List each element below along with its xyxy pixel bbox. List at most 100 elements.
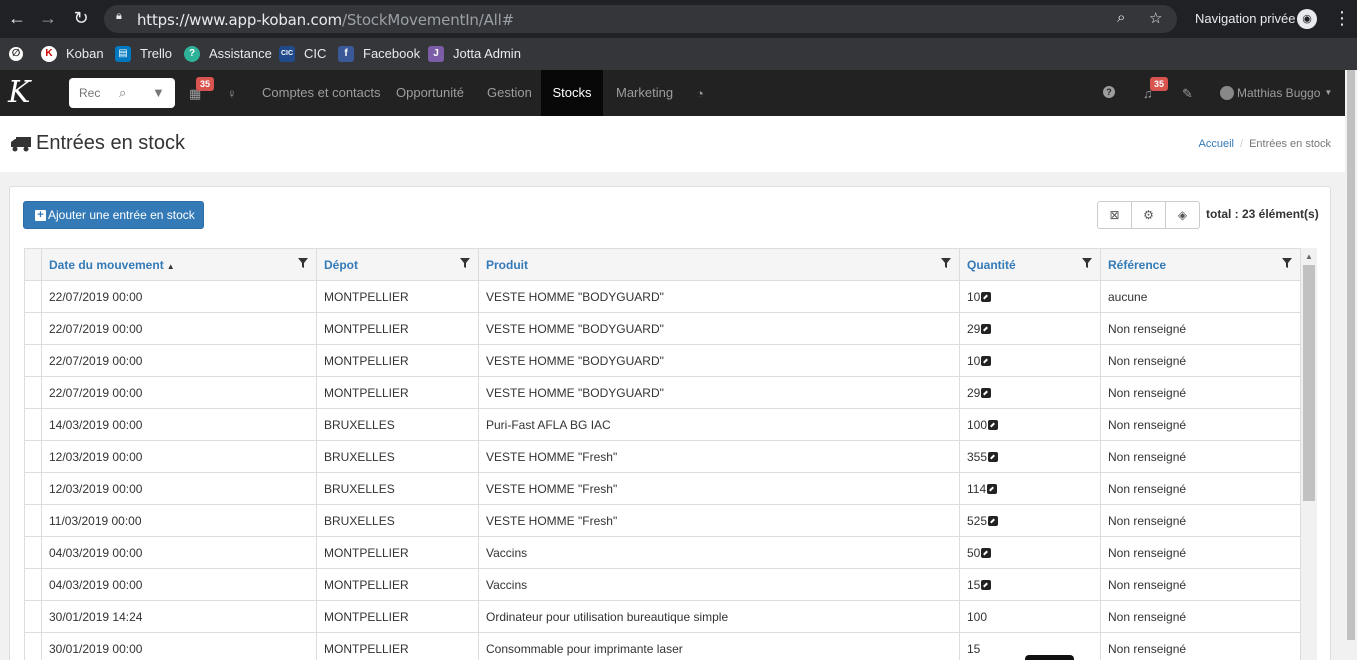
table-row[interactable]: 22/07/2019 00:00 MONTPELLIER VESTE HOMME "… bbox=[24, 280, 1301, 313]
lightbulb-icon[interactable]: ♀ bbox=[227, 86, 237, 101]
external-link-icon[interactable] bbox=[988, 515, 999, 526]
floating-widget[interactable] bbox=[1025, 655, 1074, 660]
caret-down-icon: ▼ bbox=[1324, 88, 1333, 97]
external-link-icon[interactable] bbox=[981, 291, 992, 302]
external-link-icon[interactable] bbox=[981, 579, 992, 590]
filter-icon[interactable] bbox=[1282, 258, 1292, 268]
star-icon[interactable]: ☆ bbox=[1149, 9, 1162, 27]
bookmark-jotta[interactable]: J Jotta Admin bbox=[428, 44, 521, 64]
scroll-up-icon[interactable]: ▲ bbox=[1305, 252, 1313, 261]
table-scrollbar[interactable]: ▲ bbox=[1301, 248, 1317, 660]
external-link-icon[interactable] bbox=[981, 355, 992, 366]
search-icon[interactable]: ⌕ bbox=[119, 85, 126, 101]
toolbar-buttons: ⊠ ⚙ ◈ bbox=[1097, 201, 1200, 229]
address-bar[interactable]: 🔒︎ https://www.app-koban.com/StockMoveme… bbox=[104, 5, 1177, 33]
external-link-icon[interactable] bbox=[981, 323, 992, 334]
filter-icon[interactable]: ▼ bbox=[152, 85, 165, 100]
search-input[interactable] bbox=[73, 82, 105, 104]
sort-asc-icon: ▲ bbox=[166, 261, 175, 271]
nav-opportunite[interactable]: Opportunité bbox=[396, 70, 464, 116]
cell-reference-text: Non renseigné bbox=[1108, 417, 1187, 432]
wrench-icon[interactable]: ✎ bbox=[1182, 86, 1193, 102]
window-scrollbar-thumb[interactable] bbox=[1347, 70, 1355, 640]
filter-icon[interactable] bbox=[941, 258, 951, 268]
reload-icon[interactable]: ↻ bbox=[70, 7, 92, 29]
dashboard-icon[interactable]: ◔ bbox=[696, 86, 704, 101]
cell-quantite: 10 bbox=[959, 344, 1101, 377]
cell-quantite-text: 29 bbox=[967, 321, 981, 336]
package-button[interactable]: ◈ bbox=[1165, 201, 1200, 229]
breadcrumb-current: Entrées en stock bbox=[1249, 138, 1331, 150]
back-icon[interactable]: ← bbox=[6, 7, 28, 29]
header-date[interactable]: Date du mouvement ▲ bbox=[41, 248, 317, 281]
header-produit[interactable]: Produit bbox=[478, 248, 960, 281]
row-select-cell bbox=[24, 440, 42, 473]
help-icon[interactable]: ? bbox=[1103, 86, 1115, 98]
cell-date-text: 30/01/2019 14:24 bbox=[49, 609, 143, 624]
bookmark-koban[interactable]: K Koban bbox=[41, 44, 104, 64]
cell-produit-text: Ordinateur pour utilisation bureautique … bbox=[486, 609, 729, 624]
cell-produit: VESTE HOMME "Fresh" bbox=[478, 440, 960, 473]
table-row[interactable]: 22/07/2019 00:00 MONTPELLIER VESTE HOMME "… bbox=[24, 376, 1301, 409]
nav-gestion[interactable]: Gestion bbox=[487, 70, 532, 116]
cell-date: 22/07/2019 00:00 bbox=[41, 376, 317, 409]
bookmark-trello[interactable]: ▤ Trello bbox=[115, 44, 172, 64]
filter-icon[interactable] bbox=[460, 258, 470, 268]
table-row[interactable]: 04/03/2019 00:00 MONTPELLIER Vaccins 50 Non … bbox=[24, 536, 1301, 569]
browser-menu-icon[interactable]: ⋮ bbox=[1333, 8, 1351, 28]
external-link-icon[interactable] bbox=[988, 451, 999, 462]
external-link-icon[interactable] bbox=[987, 483, 998, 494]
cell-date-text: 22/07/2019 00:00 bbox=[49, 385, 143, 400]
external-link-icon[interactable] bbox=[988, 419, 999, 430]
bookmark-logo[interactable]: ∅ bbox=[9, 44, 32, 64]
table-row[interactable]: 12/03/2019 00:00 BRUXELLES VESTE HOMME "Fr… bbox=[24, 440, 1301, 473]
cell-date: 30/01/2019 00:00 bbox=[41, 632, 317, 660]
cell-date-text: 12/03/2019 00:00 bbox=[49, 449, 143, 464]
koban-icon: K bbox=[41, 46, 57, 62]
cell-quantite: 50 bbox=[959, 536, 1101, 569]
table-row[interactable]: 30/01/2019 14:24 MONTPELLIER Ordinateur po… bbox=[24, 600, 1301, 633]
header-reference[interactable]: Référence bbox=[1100, 248, 1301, 281]
export-excel-button[interactable]: ⊠ bbox=[1097, 201, 1132, 229]
cell-reference: Non renseigné bbox=[1100, 376, 1301, 409]
filter-icon[interactable] bbox=[1082, 258, 1092, 268]
cell-depot-text: MONTPELLIER bbox=[324, 641, 409, 656]
row-select-cell bbox=[24, 568, 42, 601]
table-scrollbar-thumb[interactable] bbox=[1303, 265, 1315, 501]
table-row[interactable]: 22/07/2019 00:00 MONTPELLIER VESTE HOMME "… bbox=[24, 344, 1301, 377]
table-row[interactable]: 30/01/2019 00:00 MONTPELLIER Consommable p… bbox=[24, 632, 1301, 660]
table-row[interactable]: 11/03/2019 00:00 BRUXELLES VESTE HOMME "Fr… bbox=[24, 504, 1301, 537]
koban-logo[interactable]: K bbox=[8, 76, 44, 110]
user-menu[interactable]: Matthias Buggo ▼ bbox=[1220, 70, 1332, 116]
filter-icon[interactable] bbox=[298, 258, 308, 268]
incognito-icon[interactable]: ◉ bbox=[1297, 9, 1317, 29]
header-select bbox=[24, 248, 42, 281]
cell-produit: VESTE HOMME "BODYGUARD" bbox=[478, 280, 960, 313]
header-depot[interactable]: Dépot bbox=[316, 248, 479, 281]
table-row[interactable]: 22/07/2019 00:00 MONTPELLIER VESTE HOMME "… bbox=[24, 312, 1301, 345]
nav-marketing[interactable]: Marketing bbox=[616, 70, 673, 116]
window-scrollbar[interactable] bbox=[1345, 70, 1357, 660]
header-quantite[interactable]: Quantité bbox=[959, 248, 1101, 281]
cell-produit-text: Consommable pour imprimante laser bbox=[486, 641, 683, 656]
cell-depot: BRUXELLES bbox=[316, 504, 479, 537]
forward-icon[interactable]: → bbox=[37, 7, 59, 29]
row-select-cell bbox=[24, 312, 42, 345]
external-link-icon[interactable] bbox=[981, 387, 992, 398]
zoom-icon[interactable]: ⌕ bbox=[1117, 9, 1125, 26]
bookmark-cic[interactable]: CIC CIC bbox=[279, 44, 326, 64]
nav-stocks[interactable]: Stocks bbox=[541, 70, 603, 116]
table-row[interactable]: 04/03/2019 00:00 MONTPELLIER Vaccins 15 Non … bbox=[24, 568, 1301, 601]
bookmark-assistance[interactable]: ? Assistance bbox=[184, 44, 272, 64]
cell-reference-text: Non renseigné bbox=[1108, 353, 1187, 368]
breadcrumb-home[interactable]: Accueil bbox=[1199, 138, 1234, 150]
table-row[interactable]: 12/03/2019 00:00 BRUXELLES VESTE HOMME "Fr… bbox=[24, 472, 1301, 505]
settings-button[interactable]: ⚙ bbox=[1131, 201, 1166, 229]
nav-comptes-contacts[interactable]: Comptes et contacts bbox=[262, 70, 381, 116]
add-stock-entry-button[interactable]: + Ajouter une entrée en stock bbox=[23, 201, 204, 229]
cell-produit-text: VESTE HOMME "BODYGUARD" bbox=[486, 321, 664, 336]
table-row[interactable]: 14/03/2019 00:00 BRUXELLES Puri-Fast AFLA … bbox=[24, 408, 1301, 441]
browser-toolbar: ← → ↻ 🔒︎ https://www.app-koban.com/Stock… bbox=[0, 0, 1357, 38]
bookmark-facebook[interactable]: f Facebook bbox=[338, 44, 420, 64]
external-link-icon[interactable] bbox=[981, 547, 992, 558]
